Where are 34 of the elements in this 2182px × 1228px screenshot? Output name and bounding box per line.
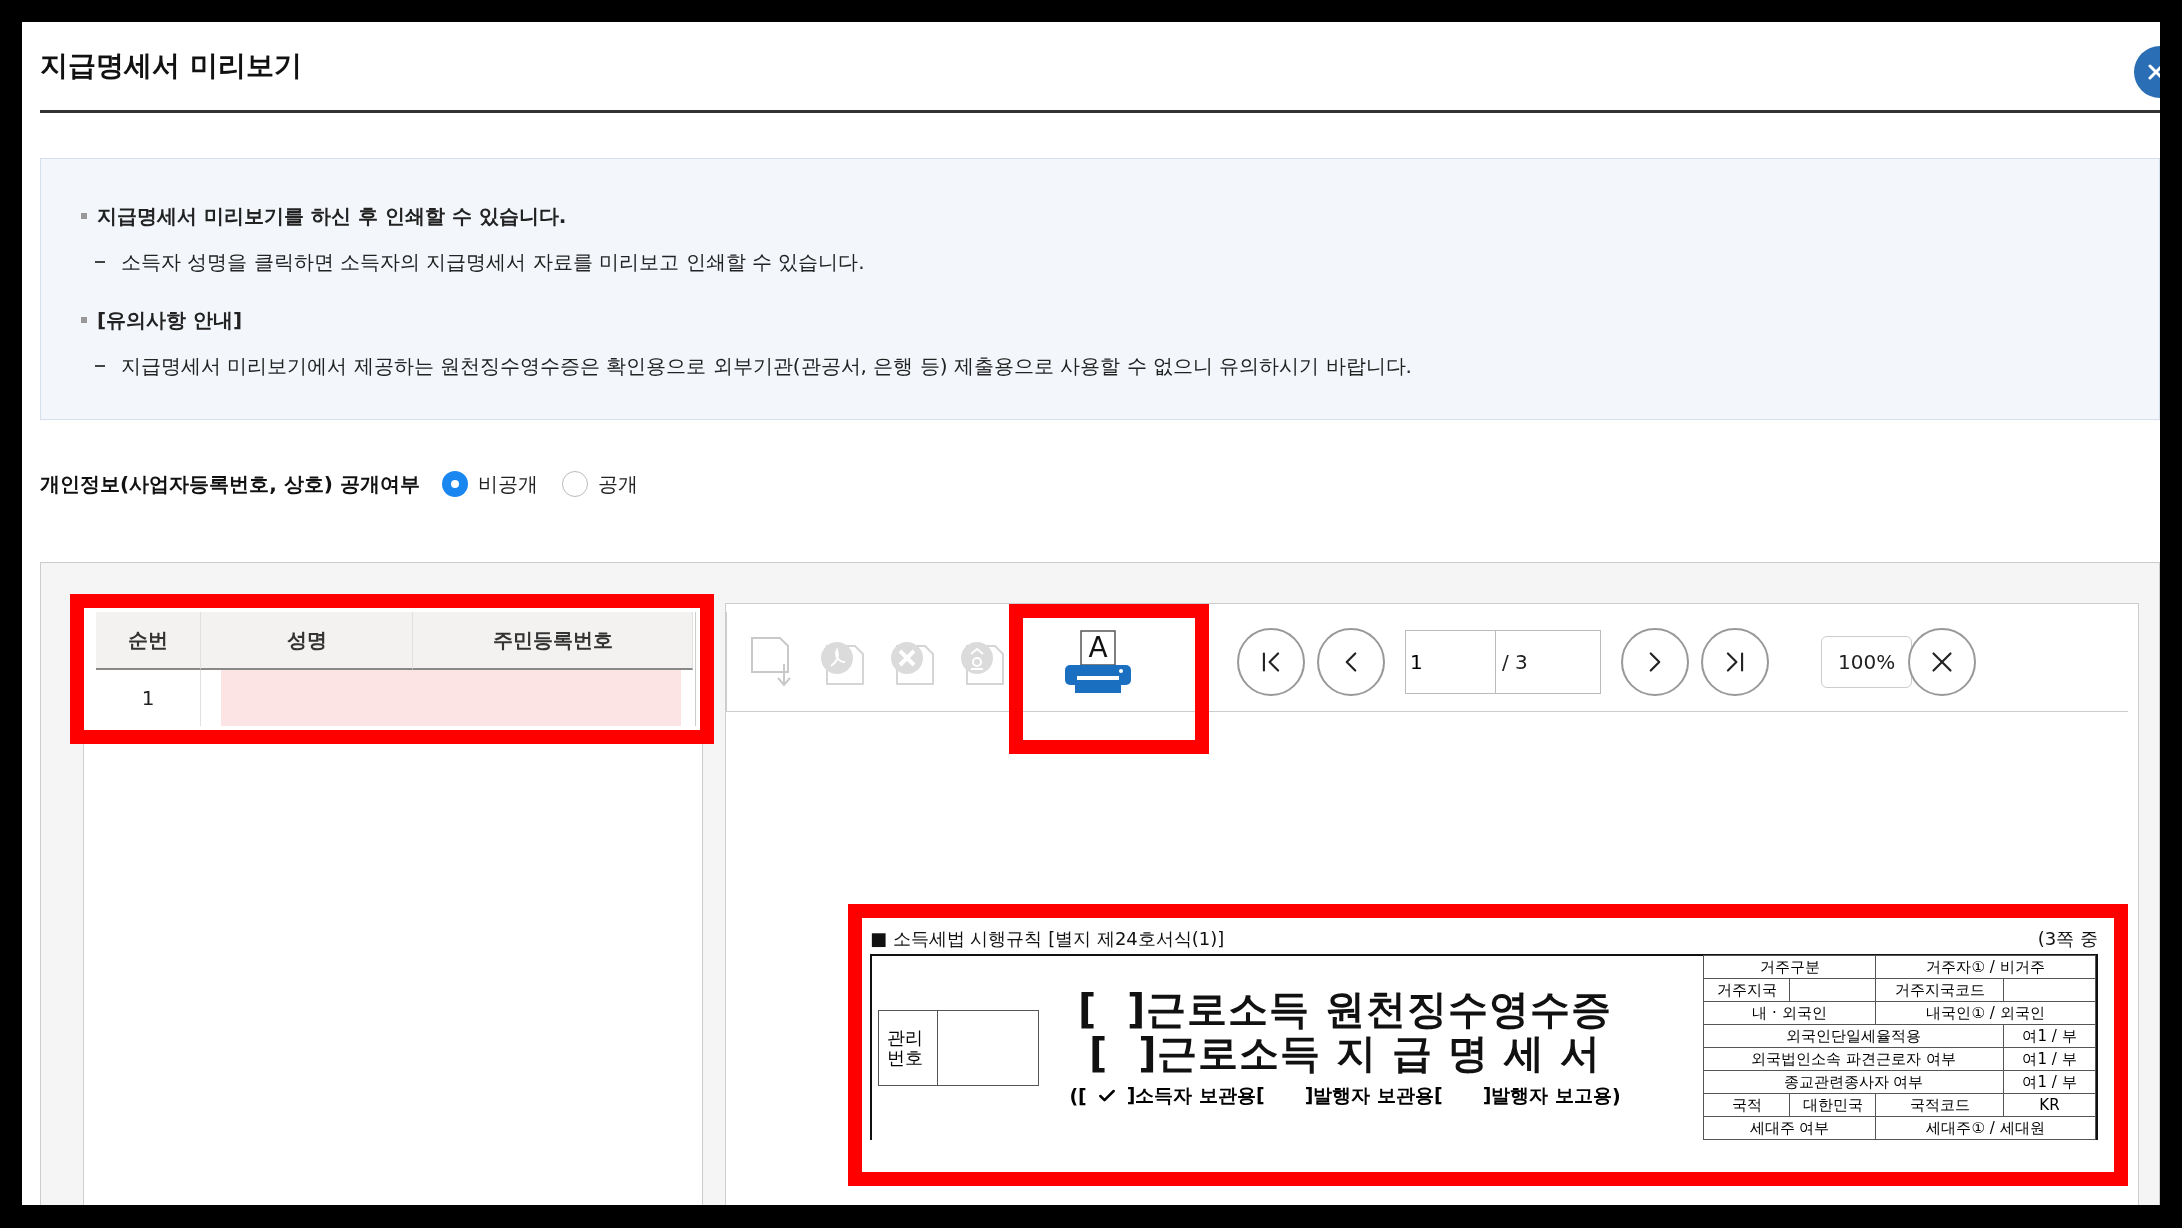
page-field[interactable]: 1 / 3 bbox=[1405, 629, 1601, 694]
management-number-label: 관리번호 bbox=[879, 1011, 939, 1085]
radio-label[interactable]: 비공개 bbox=[477, 470, 538, 498]
form-cell: 거주구분 bbox=[1703, 955, 1876, 979]
column-header: 주민등록번호 bbox=[413, 612, 693, 670]
bullet-icon bbox=[81, 317, 87, 323]
privacy-label: 개인정보(사업자등록번호, 상호) 공개여부 bbox=[40, 470, 420, 498]
notice-heading: 지급명세서 미리보기를 하신 후 인쇄할 수 있습니다. bbox=[97, 202, 567, 230]
dash-icon bbox=[95, 365, 105, 367]
page-total: / 3 bbox=[1501, 648, 1529, 676]
form-cell: 거주자① / 비거주 bbox=[1875, 955, 2096, 979]
copies-bracket: ([ bbox=[1069, 1085, 1087, 1107]
bullet-icon bbox=[81, 213, 87, 219]
radio-button[interactable] bbox=[561, 471, 588, 497]
copy-label: ]소득자 보관용[ bbox=[1126, 1083, 1265, 1108]
notice-text: 소득자 성명을 클릭하면 소득자의 지급명세서 자료를 미리보고 인쇄할 수 있습니다. bbox=[121, 248, 865, 276]
copy-label: ]발행자 보관용[ bbox=[1304, 1083, 1443, 1108]
form-cell: 세대주 여부 bbox=[1703, 1116, 1876, 1140]
form-cell: 세대주① / 세대원 bbox=[1875, 1116, 2096, 1140]
window-title: 지급명세서 미리보기 bbox=[40, 48, 302, 84]
page-note: (3쪽 중 bbox=[2037, 927, 2098, 951]
radio-button[interactable] bbox=[441, 471, 468, 497]
copy-label: ]발행자 보고용 bbox=[1482, 1083, 1613, 1108]
print-button[interactable]: A bbox=[1023, 626, 1173, 697]
column-header: 성명 bbox=[201, 612, 413, 670]
notice-heading: [유의사항 안내] bbox=[97, 306, 243, 334]
document-title: [ ]근로소득 원천징수영수증 bbox=[1077, 987, 1613, 1031]
notice-text: 지급명세서 미리보기에서 제공하는 원천징수영수증은 확인용으로 외부기관(관공서, 은행 등) 제출용으로 사용할 수 없으니 유의하시기 바랍니다. bbox=[121, 352, 1412, 380]
dash-icon bbox=[95, 261, 105, 263]
column-header: 순번 bbox=[96, 612, 201, 670]
radio-label[interactable]: 공개 bbox=[597, 470, 638, 498]
document-title: [ ]근로소득 지 급 명 세 서 bbox=[1089, 1031, 1602, 1075]
form-reference: ■ 소득세법 시행규칙 [별지 제24호서식(1)] bbox=[870, 927, 1225, 951]
copies-bracket: ) bbox=[1612, 1085, 1621, 1107]
